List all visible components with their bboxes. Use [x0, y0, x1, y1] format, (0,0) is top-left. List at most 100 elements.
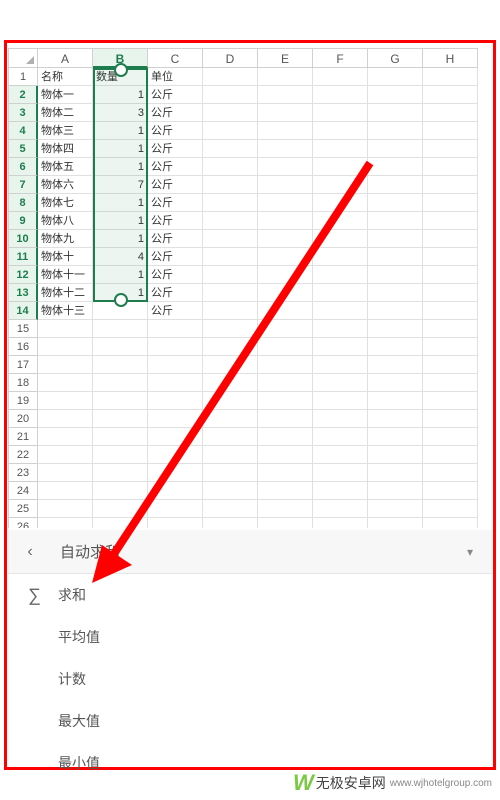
cell[interactable] [258, 410, 313, 428]
row-header-1[interactable]: 1 [8, 68, 38, 86]
cell[interactable]: 物体十一 [38, 266, 93, 284]
cell[interactable] [203, 68, 258, 86]
cell[interactable] [38, 428, 93, 446]
cell[interactable] [93, 446, 148, 464]
cell[interactable] [368, 500, 423, 518]
cell[interactable] [423, 464, 478, 482]
cell[interactable] [313, 392, 368, 410]
cell[interactable]: 物体三 [38, 122, 93, 140]
cell[interactable] [93, 428, 148, 446]
cell[interactable] [423, 500, 478, 518]
spreadsheet[interactable]: ABCDEFGH 1234567891011121314151617181920… [8, 48, 492, 528]
cell[interactable]: 3 [93, 104, 148, 122]
cell[interactable] [423, 410, 478, 428]
cell[interactable] [93, 356, 148, 374]
cell[interactable] [93, 302, 148, 320]
cell[interactable]: 名称 [38, 68, 93, 86]
cell[interactable] [423, 338, 478, 356]
cell[interactable] [148, 338, 203, 356]
cell[interactable] [203, 356, 258, 374]
row-header-20[interactable]: 20 [8, 410, 38, 428]
cell[interactable]: 物体十 [38, 248, 93, 266]
cell[interactable] [258, 374, 313, 392]
cell[interactable] [93, 320, 148, 338]
select-all-corner[interactable] [8, 48, 38, 68]
cell[interactable]: 公斤 [148, 284, 203, 302]
row-header-7[interactable]: 7 [8, 176, 38, 194]
cell[interactable] [258, 212, 313, 230]
cell[interactable] [258, 86, 313, 104]
cell[interactable] [313, 122, 368, 140]
cell[interactable]: 公斤 [148, 158, 203, 176]
cell[interactable] [423, 86, 478, 104]
cell[interactable] [368, 140, 423, 158]
cell[interactable]: 公斤 [148, 86, 203, 104]
column-header-H[interactable]: H [423, 48, 478, 68]
cell[interactable] [313, 212, 368, 230]
cell[interactable] [258, 140, 313, 158]
cell[interactable] [203, 104, 258, 122]
cell[interactable] [423, 374, 478, 392]
cell[interactable] [368, 446, 423, 464]
cell[interactable] [148, 320, 203, 338]
cell[interactable]: 公斤 [148, 194, 203, 212]
cell[interactable] [313, 230, 368, 248]
cell[interactable] [148, 410, 203, 428]
cell[interactable] [313, 446, 368, 464]
cell[interactable] [203, 338, 258, 356]
cell[interactable] [368, 158, 423, 176]
cell[interactable] [148, 356, 203, 374]
cell[interactable] [313, 302, 368, 320]
cell[interactable] [148, 446, 203, 464]
cell[interactable] [423, 212, 478, 230]
cell[interactable] [368, 428, 423, 446]
cell[interactable]: 物体四 [38, 140, 93, 158]
row-header-17[interactable]: 17 [8, 356, 38, 374]
cell[interactable]: 物体一 [38, 86, 93, 104]
cell[interactable] [258, 122, 313, 140]
cell[interactable]: 1 [93, 122, 148, 140]
cell[interactable] [423, 356, 478, 374]
row-header-4[interactable]: 4 [8, 122, 38, 140]
cell[interactable] [313, 464, 368, 482]
cell[interactable] [368, 212, 423, 230]
row-header-15[interactable]: 15 [8, 320, 38, 338]
column-header-D[interactable]: D [203, 48, 258, 68]
cell[interactable]: 1 [93, 140, 148, 158]
cell[interactable]: 公斤 [148, 140, 203, 158]
cell[interactable] [423, 446, 478, 464]
cell[interactable] [313, 158, 368, 176]
cell[interactable]: 1 [93, 266, 148, 284]
cell[interactable]: 物体十三 [38, 302, 93, 320]
cell[interactable] [423, 284, 478, 302]
cell[interactable]: 公斤 [148, 302, 203, 320]
cell[interactable] [423, 104, 478, 122]
row-header-9[interactable]: 9 [8, 212, 38, 230]
cell[interactable]: 物体五 [38, 158, 93, 176]
cell[interactable]: 7 [93, 176, 148, 194]
cell[interactable] [423, 122, 478, 140]
cell[interactable] [368, 284, 423, 302]
cell[interactable] [148, 464, 203, 482]
cell[interactable]: 单位 [148, 68, 203, 86]
cell[interactable] [258, 248, 313, 266]
cell[interactable] [258, 266, 313, 284]
cell[interactable] [258, 176, 313, 194]
row-header-10[interactable]: 10 [8, 230, 38, 248]
cell[interactable]: 4 [93, 248, 148, 266]
cell[interactable] [423, 320, 478, 338]
row-header-26[interactable]: 26 [8, 518, 38, 528]
cell[interactable] [258, 284, 313, 302]
cell[interactable] [258, 230, 313, 248]
cell[interactable] [313, 68, 368, 86]
cell[interactable] [148, 482, 203, 500]
cell[interactable] [423, 176, 478, 194]
cell[interactable] [313, 194, 368, 212]
cell[interactable] [203, 194, 258, 212]
cell[interactable] [258, 482, 313, 500]
cell[interactable]: 数量 [93, 68, 148, 86]
cell[interactable] [423, 230, 478, 248]
cell[interactable] [423, 158, 478, 176]
cell[interactable] [368, 356, 423, 374]
cell[interactable]: 公斤 [148, 212, 203, 230]
